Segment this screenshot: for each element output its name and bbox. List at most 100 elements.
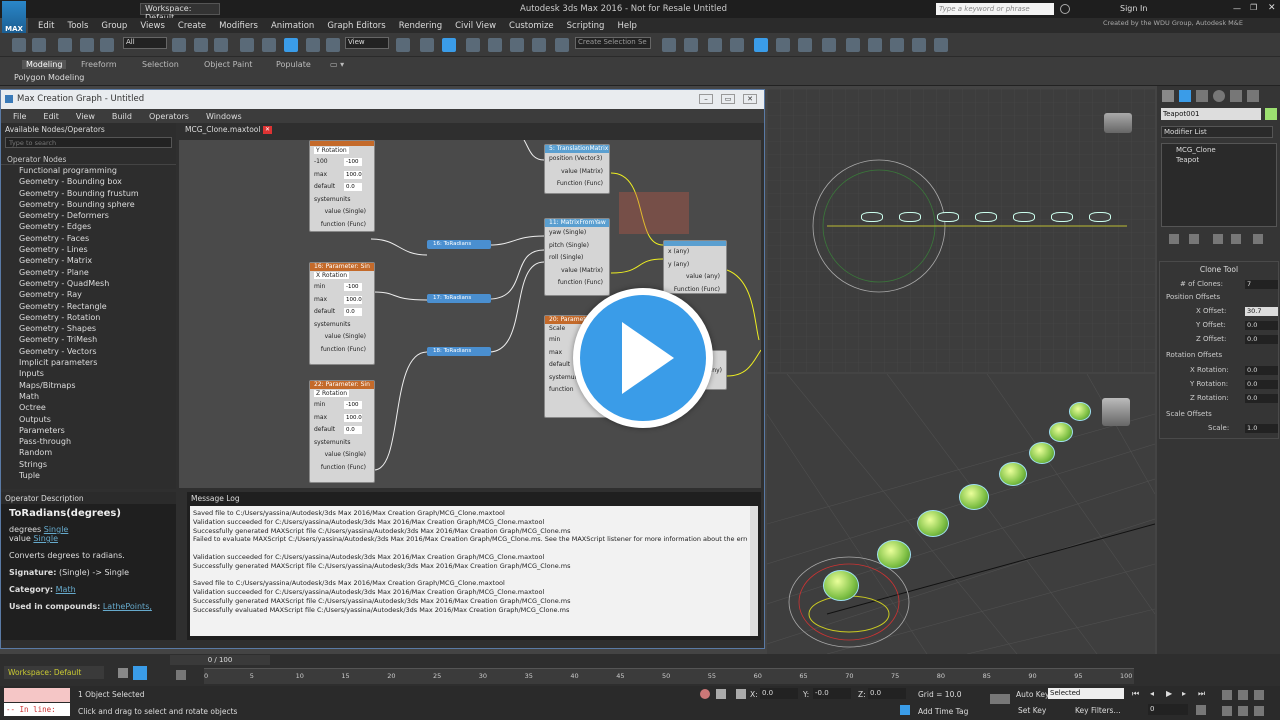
operator-node-item[interactable]: Geometry - Deformers [1,210,176,221]
field-of-view-icon[interactable] [1222,706,1232,716]
operator-node-item[interactable]: Geometry - TriMesh [1,334,176,345]
operator-node-item[interactable]: Geometry - Bounding frustum [1,188,176,199]
operator-node-item[interactable]: Geometry - QuadMesh [1,278,176,289]
set-key-icon[interactable] [990,694,1010,704]
pivot-icon[interactable] [396,38,410,52]
teapot-clone-top[interactable] [861,212,883,222]
undo-icon[interactable] [12,38,26,52]
node-search-input[interactable]: Type to search [5,137,172,148]
maxscript-mini-listener[interactable]: -- In line: [4,703,70,716]
hierarchy-tab-icon[interactable] [1196,90,1208,102]
orbit-icon[interactable] [1254,706,1264,716]
key-mode-dropdown[interactable]: Selected [1048,688,1124,699]
time-slider[interactable]: 0 / 100 [170,655,270,665]
placement-icon[interactable] [326,38,340,52]
mcg-menu-operators[interactable]: Operators [149,112,189,121]
edit-named-selection-icon[interactable] [555,38,569,52]
node-output-port[interactable]: function (Func) [310,462,374,475]
remove-modifier-icon[interactable] [1231,234,1241,244]
menu-help[interactable]: Help [617,21,636,31]
search-icon[interactable] [1060,4,1070,14]
node-x-rotation[interactable]: 16: Parameter: Sin X Rotation min -100 ma… [309,262,375,365]
node-y-rotation[interactable]: Y Rotation -100 -100 max 100.0 default 0.0 … [309,140,375,232]
mcg-close-button[interactable]: ✕ [743,94,757,104]
pin-stack-icon[interactable] [1169,234,1179,244]
spinner-snap-icon[interactable] [532,38,546,52]
teapot-clone-perspective[interactable] [999,462,1027,486]
maximize-button[interactable]: ❐ [1250,3,1257,12]
operator-node-item[interactable]: Geometry - Vectors [1,346,176,357]
workspace-selector-bottom[interactable]: Workspace: Default [4,666,104,679]
operator-node-item[interactable]: Geometry - Bounding box [1,176,176,187]
selection-lock-icon[interactable] [716,689,726,699]
node-output-port[interactable]: value (Single) [310,206,374,219]
operator-node-item[interactable]: Geometry - Ray [1,289,176,300]
teapot-clone-top[interactable] [1089,212,1111,222]
teapot-clone-top[interactable] [1013,212,1035,222]
display-tab-icon[interactable] [1230,90,1242,102]
node-input-port[interactable]: position (Vector3) [545,153,609,166]
operator-node-item[interactable]: Pass-through [1,436,176,447]
category-link[interactable]: Math [56,585,76,594]
operator-node-item[interactable]: Inputs [1,368,176,379]
mcg-minimize-button[interactable]: – [699,94,713,104]
move-icon[interactable] [262,38,276,52]
sign-in-link[interactable]: Sign In [1120,4,1147,13]
operator-node-item[interactable]: Geometry - Faces [1,233,176,244]
reference-coordinate-dropdown[interactable]: View [345,37,389,49]
operator-node-item[interactable]: Geometry - Plane [1,267,176,278]
menu-graph-editors[interactable]: Graph Editors [327,21,385,31]
type-link[interactable]: Single [33,534,58,543]
ribbon-toggle-icon[interactable] [754,38,768,52]
node-matrix-from-yaw-pitch-roll[interactable]: 11: MatrixFromYaw yaw (Single) pitch (Si… [544,218,610,296]
material-editor-icon[interactable] [822,38,836,52]
menu-civil-view[interactable]: Civil View [455,21,496,31]
mcg-menu-build[interactable]: Build [112,112,132,121]
z-offset-spinner[interactable]: 0.0 [1245,335,1278,344]
set-key-button[interactable]: Set Key [1018,706,1046,715]
teapot-clone-perspective[interactable] [1049,422,1073,443]
tab-modeling[interactable]: Modeling [22,60,67,69]
search-input[interactable]: Type a keyword or phrase [936,3,1054,15]
z-coord-field[interactable]: 0.0 [868,688,906,699]
scene-explorer-toggle-icon[interactable] [133,666,147,680]
a360-render-icon[interactable] [934,38,948,52]
node-combine[interactable]: x (any) y (any) value (any) Function (Fu… [663,240,727,294]
teapot-clones-top[interactable] [861,207,1131,227]
teapot-clone-perspective[interactable] [959,484,989,510]
node-translation-matrix[interactable]: 5: TranslationMatrix position (Vector3) … [544,144,610,194]
node-default-value[interactable]: 0.0 [344,426,362,434]
operator-node-item[interactable]: Geometry - Rotation [1,312,176,323]
menu-group[interactable]: Group [101,21,127,31]
operator-node-item[interactable]: Strings [1,459,176,470]
node-output-port[interactable]: Function (Func) [545,178,609,191]
z-rotation-spinner[interactable]: 0.0 [1245,394,1278,403]
teapot-clone-top[interactable] [975,212,997,222]
node-max-value[interactable]: 100.0 [344,295,362,304]
rotate-icon[interactable] [284,38,298,52]
goto-end-icon[interactable]: ⏭ [1198,689,1205,699]
x-coord-field[interactable]: 0.0 [760,688,798,699]
layer-explorer-icon[interactable] [708,38,722,52]
menu-modifiers[interactable]: Modifiers [219,21,258,31]
rollout-title[interactable]: Clone Tool [1160,265,1278,274]
compound-link[interactable]: LathePoints, [103,602,152,611]
teapot-clone-top[interactable] [899,212,921,222]
time-configuration-icon[interactable] [1196,705,1206,715]
next-frame-icon[interactable]: ▸ [1182,689,1186,698]
operator-node-item[interactable]: Geometry - Edges [1,221,176,232]
select-object-icon[interactable] [172,38,186,52]
select-by-name-icon[interactable] [194,38,208,52]
key-filters-button[interactable]: Key Filters... [1075,706,1121,715]
modifier-list-dropdown[interactable]: Modifier List [1161,126,1273,138]
auto-key-button[interactable]: Auto Key [1016,690,1049,699]
tab-freeform[interactable]: Freeform [81,60,117,69]
mcg-menu-file[interactable]: File [13,112,26,121]
node-input-port[interactable]: x (any) [664,246,726,259]
node-max-value[interactable]: 100.0 [344,413,362,422]
show-end-result-icon[interactable] [1189,234,1199,244]
operator-nodes-header[interactable]: Operator Nodes [1,154,176,165]
operator-node-item[interactable]: Geometry - Lines [1,244,176,255]
operator-node-item[interactable]: Functional programming [1,165,176,176]
close-button[interactable]: ✕ [1268,3,1276,13]
